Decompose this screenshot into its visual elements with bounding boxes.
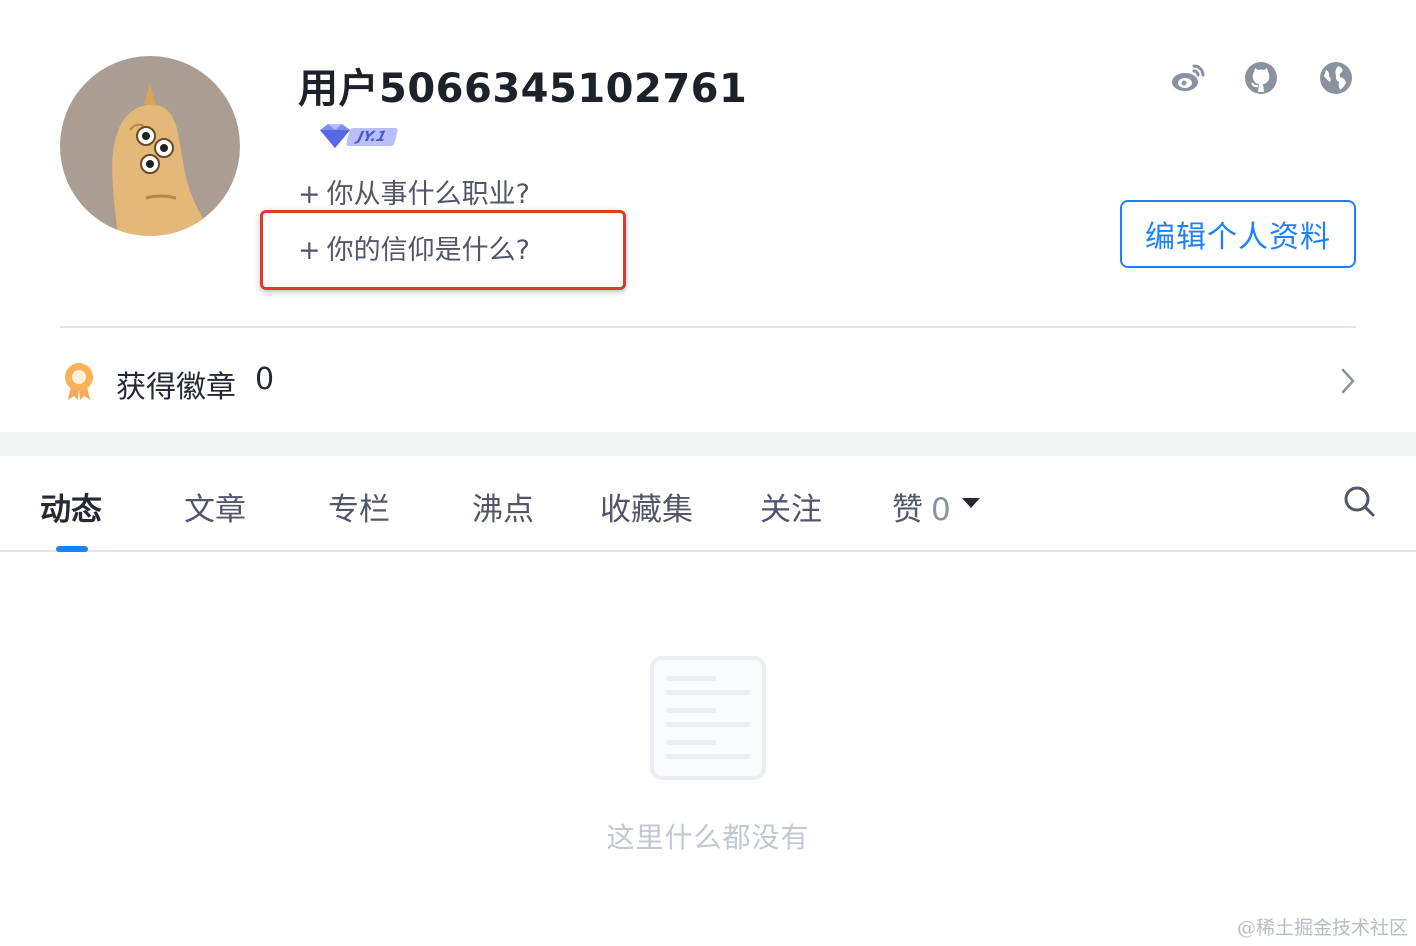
highlight-annotation-box	[260, 210, 626, 290]
active-tab-indicator	[56, 546, 88, 552]
globe-icon[interactable]	[1318, 60, 1354, 96]
job-prompt-text: 你从事什么职业?	[326, 179, 530, 210]
level-label: JY.1	[345, 128, 399, 146]
watermark: @稀土掘金技术社区	[1236, 917, 1408, 939]
profile-card: 用户5066345102761 JY.1 + 你从事什么职业? + 你的信仰是什么?…	[0, 0, 1416, 432]
medal-icon	[65, 363, 93, 400]
tab-likes[interactable]: 赞0	[892, 484, 951, 529]
level-badge[interactable]: JY.1	[318, 122, 399, 150]
tab-pins[interactable]: 沸点	[472, 484, 534, 529]
tab-bar: 动态 文章 专栏 沸点 收藏集 关注 赞0	[0, 456, 1416, 552]
job-prompt-link[interactable]: + 你从事什么职业?	[298, 172, 530, 211]
avatar[interactable]	[60, 56, 240, 236]
tab-activity[interactable]: 动态	[40, 484, 102, 529]
caret-down-icon[interactable]	[962, 498, 980, 508]
badges-label: 获得徽章	[116, 370, 236, 405]
github-icon[interactable]	[1243, 60, 1279, 96]
weibo-icon[interactable]	[1170, 60, 1206, 96]
search-icon[interactable]	[1342, 484, 1376, 518]
tab-collections[interactable]: 收藏集	[600, 484, 693, 529]
chevron-right-icon[interactable]	[1338, 366, 1358, 396]
tab-following[interactable]: 关注	[760, 484, 822, 529]
tab-columns[interactable]: 专栏	[328, 484, 390, 529]
empty-document-icon	[650, 656, 766, 780]
badges-row[interactable]: 获得徽章 0	[0, 328, 1416, 432]
plus-icon: +	[298, 179, 321, 210]
empty-state-text: 这里什么都没有	[606, 821, 810, 854]
username: 用户5066345102761	[298, 66, 748, 112]
tab-likes-label: 赞	[892, 492, 923, 528]
edit-profile-button[interactable]: 编辑个人资料	[1120, 200, 1356, 268]
section-gap	[0, 432, 1416, 456]
tab-articles[interactable]: 文章	[184, 484, 246, 529]
badges-count: 0	[255, 362, 275, 397]
likes-count: 0	[931, 492, 951, 528]
avatar-illustration	[112, 84, 220, 236]
